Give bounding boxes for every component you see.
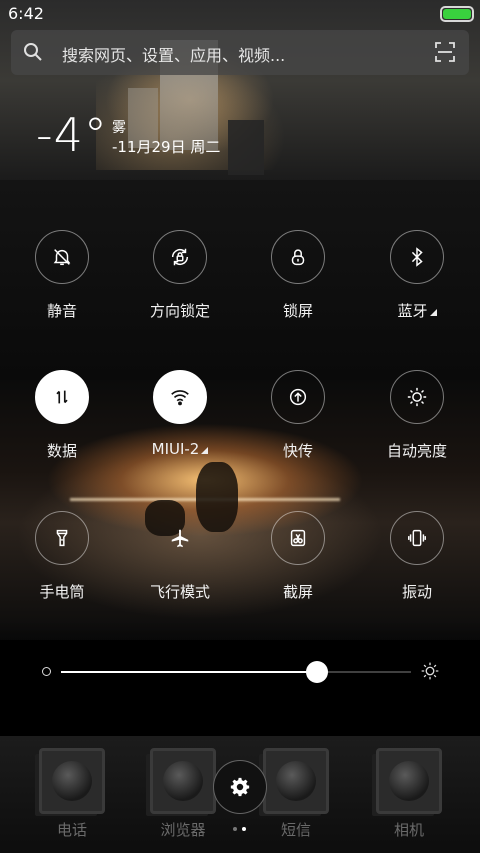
status-time: 6:42 (8, 4, 44, 23)
airplane-icon (171, 529, 189, 548)
dock-label: 电话 (56, 821, 87, 839)
toggle-label: 振动 (401, 583, 432, 601)
gear-icon (230, 777, 250, 797)
browser-app-icon (150, 748, 216, 814)
mobile-data-icon (56, 390, 68, 404)
brightness-high-icon (421, 662, 439, 680)
transfer-icon (289, 388, 307, 406)
page-indicator (233, 827, 249, 833)
lock-icon (291, 249, 305, 266)
dock-label: 相机 (393, 821, 424, 839)
search-placeholder: 搜索网页、设置、应用、视频... (62, 46, 286, 65)
toggle-label: MIUI-2 (130, 440, 230, 458)
dock-label: 短信 (280, 821, 311, 839)
dock-label: 浏览器 (160, 821, 206, 839)
caret-icon (201, 447, 209, 454)
toggle-quick-transfer[interactable]: 快传 (248, 370, 348, 461)
messages-app-icon (263, 748, 329, 814)
toggle-label: 手电筒 (39, 583, 85, 601)
toggle-label: 数据 (46, 442, 77, 460)
status-bar: 6:42 (0, 0, 480, 28)
brightness-auto-icon (407, 387, 427, 407)
phone-app-icon (39, 748, 105, 814)
vibrate-icon (408, 529, 426, 547)
toggle-label: 自动亮度 (386, 442, 447, 460)
toggle-mute[interactable]: 静音 (12, 230, 112, 321)
toggle-bluetooth[interactable]: 蓝牙 (367, 230, 467, 321)
temperature: -4° (36, 108, 108, 162)
toggle-label: 静音 (46, 302, 77, 320)
toggle-label: 方向锁定 (149, 302, 210, 320)
toggle-wifi[interactable]: MIUI-2 (130, 370, 230, 458)
toggle-label: 飞行模式 (149, 583, 210, 601)
brightness-track[interactable] (61, 671, 411, 673)
toggle-label: 蓝牙 (367, 300, 467, 321)
toggle-airplane-mode[interactable]: 飞行模式 (130, 511, 230, 602)
dock-app-camera[interactable]: 相机 (359, 748, 459, 840)
toggle-label: 锁屏 (282, 302, 313, 320)
screenshot-icon (290, 529, 306, 547)
search-icon (24, 43, 42, 61)
toggle-label: 截屏 (282, 583, 313, 601)
toggle-rotation-lock[interactable]: 方向锁定 (130, 230, 230, 321)
brightness-slider[interactable] (40, 658, 440, 686)
search-bar[interactable]: 搜索网页、设置、应用、视频... (11, 30, 469, 75)
brightness-thumb[interactable] (305, 661, 328, 683)
bluetooth-icon (411, 247, 423, 267)
page-dot-active (242, 827, 246, 831)
camera-app-icon (376, 748, 442, 814)
bell-off-icon (53, 249, 71, 266)
toggle-vibrate[interactable]: 振动 (367, 511, 467, 602)
weather-date: -11月29日 周二 (112, 138, 221, 156)
rotation-lock-icon (171, 248, 189, 266)
toggle-lock-screen[interactable]: 锁屏 (248, 230, 348, 321)
toggle-flashlight[interactable]: 手电筒 (12, 511, 112, 602)
wifi-icon (171, 390, 189, 406)
brightness-low-icon (42, 667, 51, 676)
toggle-mobile-data[interactable]: 数据 (12, 370, 112, 461)
toggle-label: 快传 (282, 442, 313, 460)
caret-icon (429, 309, 437, 316)
battery-icon (440, 6, 474, 22)
toggle-auto-brightness[interactable]: 自动亮度 (367, 370, 467, 461)
weather-condition: 雾 (112, 120, 126, 136)
flashlight-icon (56, 529, 68, 547)
toggle-screenshot[interactable]: 截屏 (248, 511, 348, 602)
page-dot (233, 827, 237, 831)
dock-app-phone[interactable]: 电话 (22, 748, 122, 840)
settings-button[interactable] (213, 760, 267, 814)
scan-icon[interactable] (435, 42, 455, 62)
